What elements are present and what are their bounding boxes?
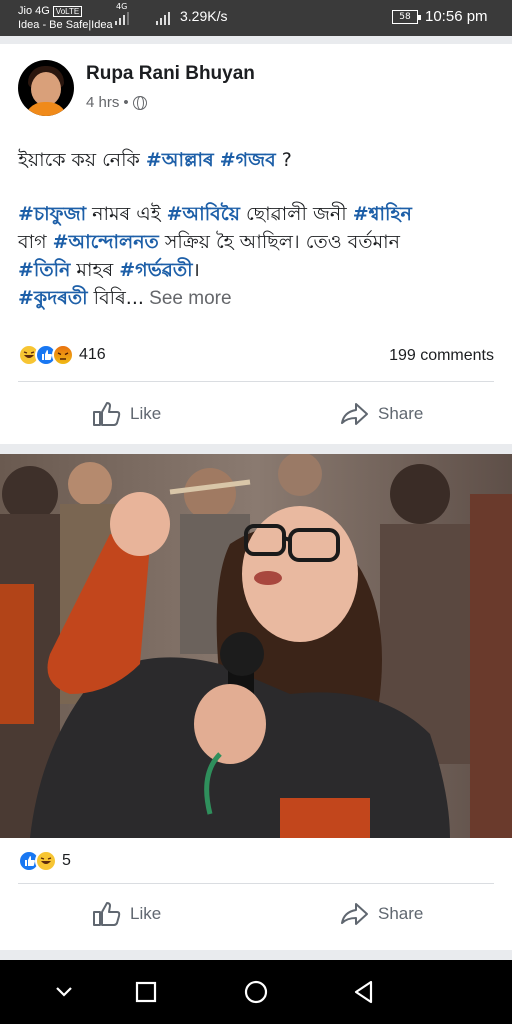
post-text-line1: ইয়াকে কয় নেকি #আল্লাৰ #গজব ? <box>18 149 292 171</box>
share-button[interactable]: Share <box>340 400 423 428</box>
share-label: Share <box>378 404 424 423</box>
hashtag[interactable]: #গৰ্ভৱতী <box>119 259 192 281</box>
author-name[interactable]: Rupa Rani Bhuyan <box>86 63 255 85</box>
battery-level: 58 <box>399 12 411 22</box>
divider <box>18 381 494 382</box>
clock: 10:56 pm <box>425 8 488 25</box>
home-circle-icon[interactable] <box>242 978 270 1006</box>
photo-reaction-count: 5 <box>62 852 71 869</box>
like-label: Like <box>130 404 162 423</box>
haha-reaction-icon <box>35 850 57 872</box>
share-arrow-icon <box>341 903 368 925</box>
carrier2: Idea - Be Safe|Idea <box>18 19 113 31</box>
network-speed: 3.29K/s <box>180 8 228 24</box>
divider <box>18 883 494 884</box>
hashtag[interactable]: #কুদৰতী <box>18 287 88 309</box>
globe-icon <box>132 95 147 110</box>
hashtag[interactable]: #আন্দোলনত <box>53 231 159 253</box>
photo-post-card: 5 Like Share <box>0 454 512 950</box>
post-meta: 4 hrs • <box>86 94 147 111</box>
comments-count[interactable]: 199 comments <box>389 347 494 365</box>
photo-share-button[interactable]: Share <box>340 900 423 928</box>
recents-square-icon[interactable] <box>132 978 160 1006</box>
battery-icon: 58 <box>392 10 421 24</box>
reaction-summary[interactable]: 416 <box>18 344 106 366</box>
back-triangle-icon[interactable] <box>350 978 378 1006</box>
angry-reaction-icon <box>52 344 74 366</box>
hashtag[interactable]: #তিনি <box>18 259 70 281</box>
share-label: Share <box>378 904 424 923</box>
avatar[interactable] <box>18 60 74 116</box>
hashtag[interactable]: #শ্বাহিন <box>353 203 412 225</box>
thumbs-up-icon <box>93 902 121 926</box>
network-type: 4G <box>116 2 128 11</box>
see-more-link[interactable]: See more <box>144 288 231 309</box>
status-bar: Jio 4G VoLTE Idea - Be Safe|Idea 4G 3.29K… <box>0 0 512 36</box>
protest-photo-illustration <box>0 454 512 838</box>
chevron-down-icon[interactable] <box>50 978 78 1006</box>
reaction-count: 416 <box>79 346 106 363</box>
hashtag[interactable]: #আল্লাৰ <box>146 149 214 171</box>
post-card: Rupa Rani Bhuyan 4 hrs • ইয়াকে কয় নেকি… <box>0 44 512 444</box>
like-button[interactable]: Like <box>92 400 161 428</box>
share-arrow-icon <box>341 403 368 425</box>
carrier1: Jio 4G <box>18 5 50 17</box>
post-photo[interactable] <box>0 454 512 838</box>
android-nav-bar <box>0 960 512 1024</box>
photo-reaction-summary[interactable]: 5 <box>18 850 71 872</box>
post-time[interactable]: 4 hrs <box>86 94 119 111</box>
hashtag[interactable]: #চাফুজা <box>18 203 86 225</box>
signal-icon <box>115 12 129 25</box>
post-text-body: #চাফুজা নামৰ এই #আবিয়ৈ ছোৱালী জনী #শ্বা… <box>18 203 412 309</box>
volte-badge: VoLTE <box>52 6 83 17</box>
signal-icon-2 <box>156 12 170 25</box>
hashtag[interactable]: #গজব <box>220 149 276 171</box>
like-label: Like <box>130 904 162 923</box>
photo-like-button[interactable]: Like <box>92 900 161 928</box>
carrier-info: Jio 4G VoLTE Idea - Be Safe|Idea <box>18 4 113 32</box>
thumbs-up-icon <box>93 402 121 426</box>
hashtag[interactable]: #আবিয়ৈ <box>167 203 240 225</box>
